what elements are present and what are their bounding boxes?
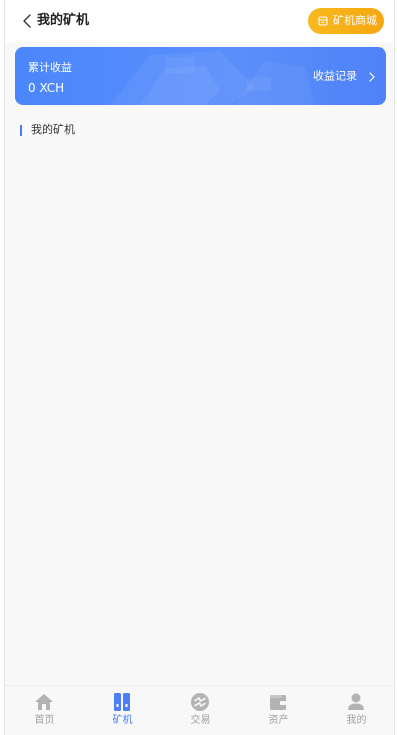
tab-trade-label: 交易	[190, 715, 211, 726]
tab-miner-label: 矿机	[112, 715, 133, 726]
bottom-tab-bar: 首页 矿机 交易 资产 我的	[5, 685, 394, 735]
tab-trade[interactable]: 交易	[162, 686, 239, 735]
tab-assets-label: 资产	[268, 715, 289, 726]
section-accent-bar	[20, 125, 22, 136]
tab-assets[interactable]: 资产	[240, 686, 317, 735]
tab-mine-label: 我的	[346, 715, 367, 726]
home-icon	[35, 694, 53, 710]
user-icon	[348, 693, 364, 710]
app-frame: 我的矿机 矿机商城 累计收益 0 XCH 收益记录 我的矿机 首页 矿机 交易 …	[4, 0, 395, 735]
earnings-banner: 累计收益 0 XCH 收益记录	[15, 47, 386, 105]
tab-miner[interactable]: 矿机	[84, 686, 161, 735]
miner-icon	[114, 693, 130, 711]
miner-shop-label: 矿机商城	[333, 14, 377, 27]
wallet-icon	[270, 695, 286, 710]
tab-home-label: 首页	[34, 715, 55, 726]
exchange-icon	[191, 693, 209, 711]
total-earnings-value: 0 XCH	[28, 81, 65, 95]
my-miners-heading: 我的矿机	[31, 123, 75, 136]
miner-shop-button[interactable]: 矿机商城	[308, 8, 384, 34]
earnings-records-label: 收益记录	[313, 69, 357, 83]
chevron-left-icon[interactable]	[21, 13, 35, 29]
total-earnings-label: 累计收益	[28, 61, 72, 74]
earnings-records-link[interactable]: 收益记录	[313, 66, 376, 84]
store-icon	[318, 16, 328, 26]
chevron-right-icon	[369, 71, 375, 82]
tab-home[interactable]: 首页	[6, 686, 83, 735]
top-bar: 我的矿机 矿机商城	[5, 0, 394, 42]
tab-mine[interactable]: 我的	[318, 686, 394, 735]
page-title: 我的矿机	[37, 13, 90, 28]
